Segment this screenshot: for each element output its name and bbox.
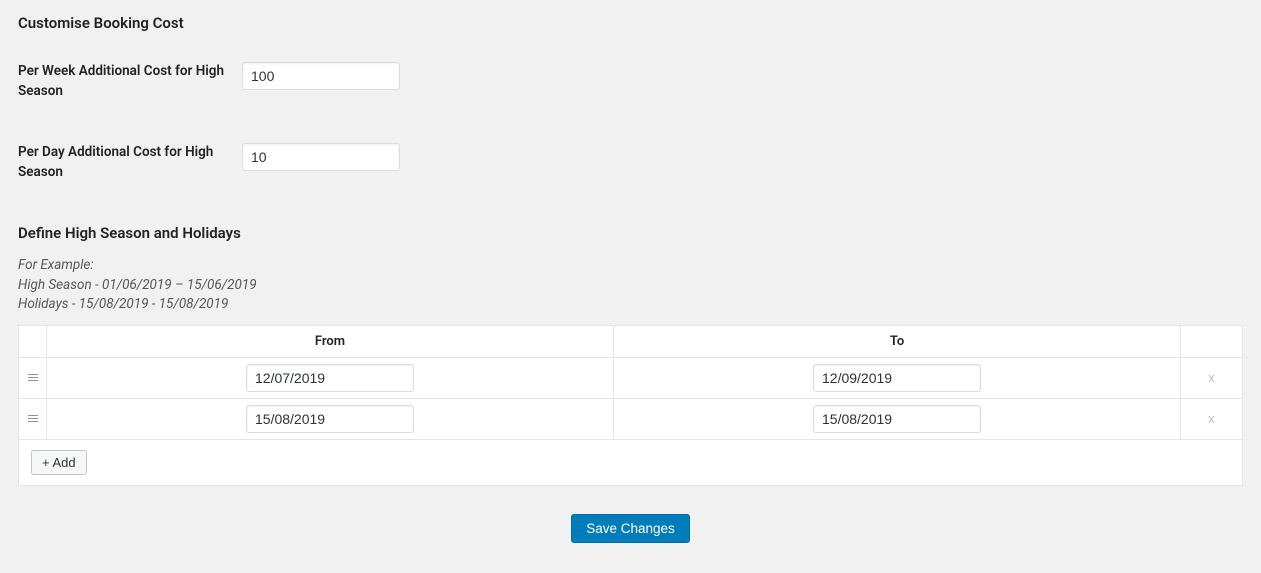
add-row-button[interactable]: + Add xyxy=(31,450,87,475)
per-day-row: Per Day Additional Cost for High Season xyxy=(18,143,1243,182)
col-handle xyxy=(19,325,47,357)
col-from: From xyxy=(47,325,614,357)
to-date-input[interactable] xyxy=(813,364,981,392)
example-line: High Season - 01/06/2019 – 15/06/2019 xyxy=(18,276,1243,296)
per-week-input[interactable] xyxy=(242,62,400,90)
to-date-input[interactable] xyxy=(813,405,981,433)
section-title-customise: Customise Booking Cost xyxy=(18,14,1243,32)
delete-row-icon[interactable]: x xyxy=(1208,370,1215,385)
example-line: Holidays - 15/08/2019 - 15/08/2019 xyxy=(18,295,1243,315)
drag-handle-icon[interactable] xyxy=(19,364,46,391)
per-day-label: Per Day Additional Cost for High Season xyxy=(18,143,242,182)
save-changes-button[interactable]: Save Changes xyxy=(571,514,690,543)
drag-handle-icon[interactable] xyxy=(19,405,46,432)
from-date-input[interactable] xyxy=(246,364,414,392)
per-day-input[interactable] xyxy=(242,143,400,171)
per-week-row: Per Week Additional Cost for High Season xyxy=(18,62,1243,101)
high-season-table: From To x x xyxy=(18,325,1243,486)
per-week-label: Per Week Additional Cost for High Season xyxy=(18,62,242,101)
table-footer: + Add xyxy=(19,439,1243,485)
example-line: For Example: xyxy=(18,256,1243,276)
col-delete xyxy=(1181,325,1243,357)
col-to: To xyxy=(614,325,1181,357)
table-row: x xyxy=(19,357,1243,398)
example-text: For Example: High Season - 01/06/2019 – … xyxy=(18,256,1243,315)
section-title-define: Define High Season and Holidays xyxy=(18,224,1243,242)
from-date-input[interactable] xyxy=(246,405,414,433)
delete-row-icon[interactable]: x xyxy=(1208,411,1215,426)
table-row: x xyxy=(19,398,1243,439)
